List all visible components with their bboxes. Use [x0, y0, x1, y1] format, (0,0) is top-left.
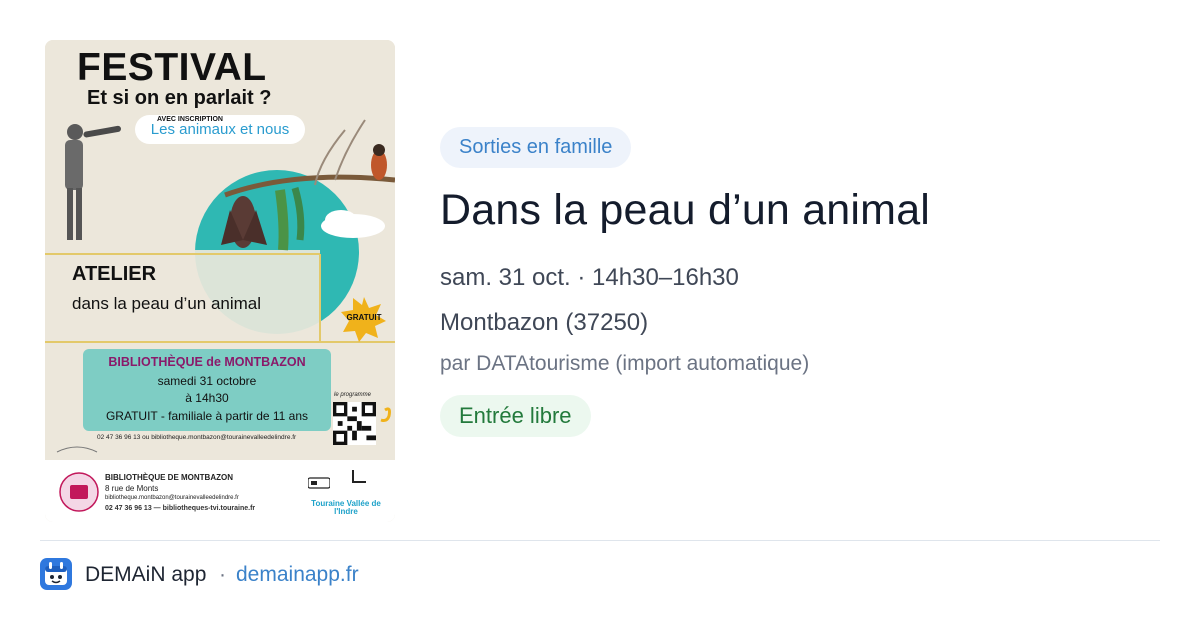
- department-logo-icon: [352, 470, 366, 483]
- poster-free-star-badge: GRATUIT: [341, 296, 387, 342]
- event-poster-image[interactable]: FESTIVAL Et si on en parlait ? Les anima…: [45, 40, 395, 522]
- poster-footer: BIBLIOTHÈQUE DE MONTBAZON 8 rue de Monts…: [45, 460, 395, 522]
- event-organizer: par DATAtourisme (import automatique): [440, 352, 810, 375]
- partner-logo-icon: [308, 477, 330, 489]
- poster-date: samedi 31 octobre: [157, 374, 257, 388]
- event-title: Dans la peau d’un animal: [440, 186, 931, 234]
- poster-qr-label: le programme: [334, 392, 372, 398]
- poster-atelier-subtitle: dans la peau d’un animal: [72, 294, 262, 313]
- event-card: FESTIVAL Et si on en parlait ? Les anima…: [0, 0, 1200, 630]
- poster-footer-library-name: BIBLIOTHÈQUE DE MONTBAZON: [105, 473, 233, 482]
- price-badge: Entrée libre: [440, 395, 591, 437]
- event-location: Montbazon (37250): [440, 309, 649, 336]
- poster-info-box: BIBLIOTHÈQUE de MONTBAZON samedi 31 octo…: [83, 349, 331, 431]
- poster-footer-phone: 02 47 36 96 13 — bibliotheques-tvi.toura…: [105, 505, 256, 512]
- poster-footer-partner-logo: Touraine Vallée de l'Indre: [311, 499, 381, 516]
- poster-footer-email: bibliotheque.montbazon@tourainevalleedel…: [105, 495, 239, 501]
- app-logo-icon: [40, 558, 72, 590]
- poster-registration: AVEC INSCRIPTION: [157, 116, 223, 123]
- poster-free-label: GRATUIT: [346, 313, 382, 322]
- poster-contact: 02 47 36 96 13 ou bibliotheque.montbazon…: [97, 434, 297, 441]
- qr-code-icon: [333, 402, 376, 445]
- footer-divider: [40, 540, 1160, 541]
- library-logo-icon: [59, 472, 99, 512]
- app-domain-link[interactable]: demainapp.fr: [236, 563, 359, 587]
- footer-separator: ·: [219, 563, 226, 586]
- poster-subtitle: Et si on en parlait ?: [87, 87, 272, 109]
- app-name: DEMAiN app: [85, 563, 207, 586]
- poster-festival-heading: FESTIVAL: [77, 46, 267, 89]
- poster-footer-address: 8 rue de Monts: [105, 484, 159, 493]
- event-datetime: sam. 31 oct. · 14h30–16h30: [440, 264, 739, 291]
- poster-time: à 14h30: [185, 391, 229, 405]
- poster-atelier-heading: ATELIER: [72, 263, 157, 285]
- poster-price-info: GRATUIT - familiale à partir de 11 ans: [105, 409, 309, 423]
- poster-venue: BIBLIOTHÈQUE de MONTBAZON: [108, 355, 306, 369]
- category-tag[interactable]: Sorties en famille: [440, 127, 632, 168]
